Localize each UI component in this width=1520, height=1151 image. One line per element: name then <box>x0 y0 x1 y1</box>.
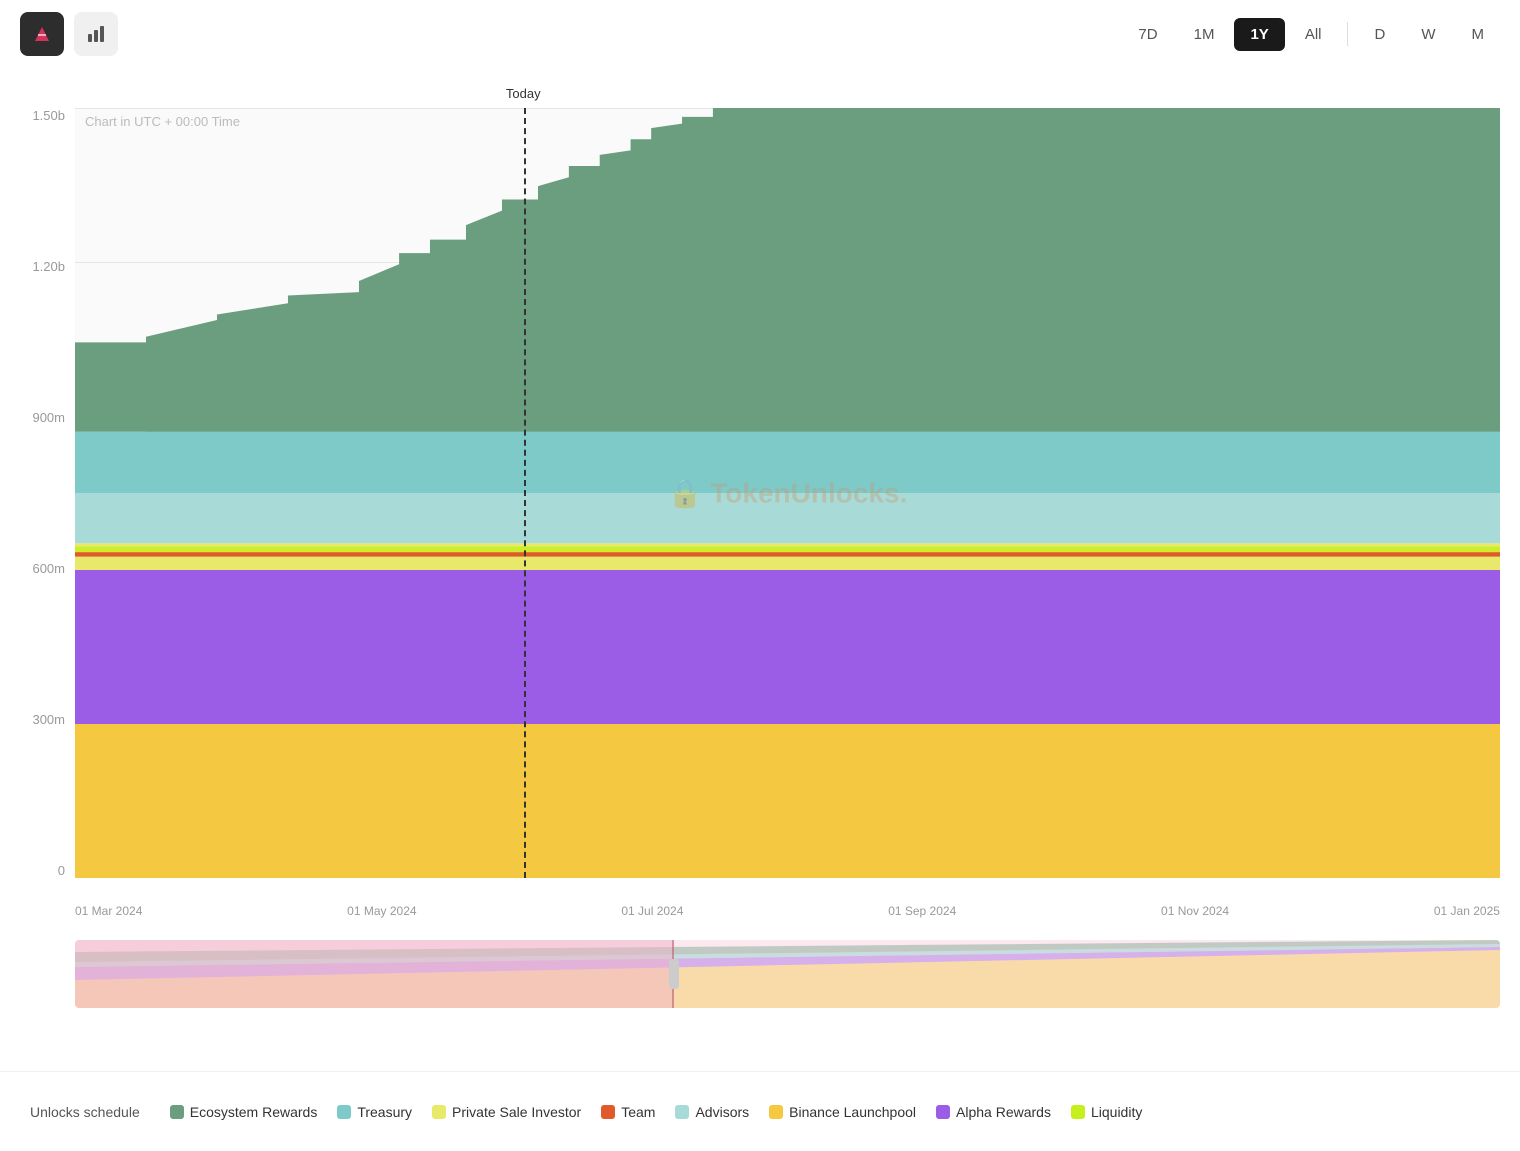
time-controls: 7D 1M 1Y All D W M <box>1122 18 1500 51</box>
binance-label: Binance Launchpool <box>789 1104 916 1120</box>
x-label-0: 01 Mar 2024 <box>75 904 142 918</box>
liquidity-dot <box>1071 1105 1085 1119</box>
x-label-5: 01 Jan 2025 <box>1434 904 1500 918</box>
legend-alpha: Alpha Rewards <box>936 1104 1051 1120</box>
chart-inner: Chart in UTC + 00:00 Time <box>75 108 1500 878</box>
advisors-area <box>75 493 1500 543</box>
alpha-rewards-area <box>75 570 1500 724</box>
chart-container: 1.50b 1.20b 900m 600m 300m 0 Chart in UT… <box>0 68 1520 1018</box>
chart-subtitle: Chart in UTC + 00:00 Time <box>85 114 240 129</box>
chart-type-button[interactable] <box>74 12 118 56</box>
minimap-selection[interactable] <box>75 940 674 1008</box>
liquidity-area <box>75 547 1500 553</box>
logo-icon[interactable] <box>20 12 64 56</box>
btn-month[interactable]: M <box>1456 18 1501 51</box>
legend-advisors: Advisors <box>675 1104 749 1120</box>
binance-launchpool-area <box>75 724 1500 878</box>
binance-dot <box>769 1105 783 1119</box>
liquidity-label: Liquidity <box>1091 1104 1142 1120</box>
y-axis: 1.50b 1.20b 900m 600m 300m 0 <box>20 108 75 878</box>
x-label-3: 01 Sep 2024 <box>888 904 956 918</box>
x-label-4: 01 Nov 2024 <box>1161 904 1229 918</box>
minimap-handle-left[interactable] <box>669 959 679 989</box>
y-label-3: 900m <box>20 410 75 425</box>
y-label-4: 1.20b <box>20 259 75 274</box>
btn-1m[interactable]: 1M <box>1178 18 1231 51</box>
y-label-5: 1.50b <box>20 108 75 123</box>
x-axis: 01 Mar 2024 01 May 2024 01 Jul 2024 01 S… <box>75 898 1500 923</box>
legend-binance: Binance Launchpool <box>769 1104 916 1120</box>
btn-week[interactable]: W <box>1405 18 1451 51</box>
legend-team: Team <box>601 1104 655 1120</box>
top-bar: 7D 1M 1Y All D W M <box>0 0 1520 68</box>
team-label: Team <box>621 1104 655 1120</box>
today-line: Today <box>524 108 526 878</box>
logo-area <box>20 12 118 56</box>
legend-treasury: Treasury <box>337 1104 412 1120</box>
legend-ecosystem: Ecosystem Rewards <box>170 1104 318 1120</box>
y-label-0: 0 <box>20 863 75 878</box>
minimap-container <box>75 940 1500 1008</box>
divider <box>1347 22 1348 46</box>
legend-bar: Unlocks schedule Ecosystem Rewards Treas… <box>0 1071 1520 1151</box>
y-label-1: 300m <box>20 712 75 727</box>
x-label-1: 01 May 2024 <box>347 904 416 918</box>
chart-svg <box>75 108 1500 878</box>
btn-all[interactable]: All <box>1289 18 1338 51</box>
private-sale-label: Private Sale Investor <box>452 1104 581 1120</box>
team-area <box>75 552 1500 556</box>
x-label-2: 01 Jul 2024 <box>621 904 683 918</box>
advisors-label: Advisors <box>695 1104 749 1120</box>
legend-title: Unlocks schedule <box>30 1104 140 1120</box>
legend-liquidity: Liquidity <box>1071 1104 1142 1120</box>
ecosystem-dot <box>170 1105 184 1119</box>
today-label: Today <box>506 86 541 101</box>
team-dot <box>601 1105 615 1119</box>
btn-7d[interactable]: 7D <box>1122 18 1173 51</box>
btn-day[interactable]: D <box>1358 18 1401 51</box>
y-label-2: 600m <box>20 561 75 576</box>
ecosystem-label: Ecosystem Rewards <box>190 1104 318 1120</box>
alpha-dot <box>936 1105 950 1119</box>
btn-1y[interactable]: 1Y <box>1234 18 1284 51</box>
legend-private-sale: Private Sale Investor <box>432 1104 581 1120</box>
advisors-dot <box>675 1105 689 1119</box>
private-sale-dot <box>432 1105 446 1119</box>
treasury-label: Treasury <box>357 1104 412 1120</box>
alpha-label: Alpha Rewards <box>956 1104 1051 1120</box>
treasury-dot <box>337 1105 351 1119</box>
